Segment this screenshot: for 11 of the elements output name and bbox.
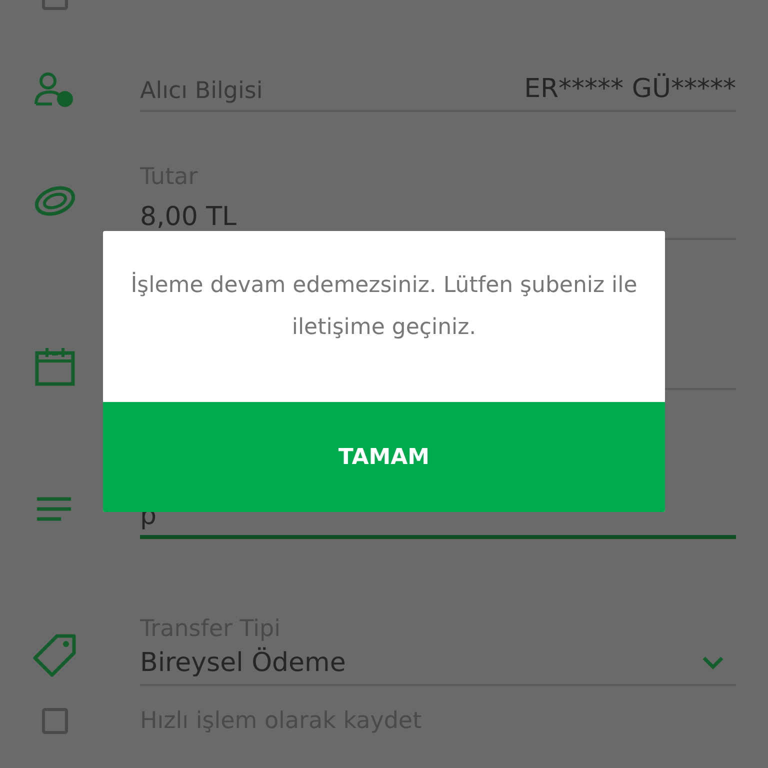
menu-icon xyxy=(37,497,73,521)
tag-icon xyxy=(31,632,79,680)
recipient-name: ER***** GÜ***** xyxy=(524,74,736,104)
ok-button[interactable]: TAMAM xyxy=(103,402,665,512)
alert-message: İşleme devam edemezsiniz. Lütfen şubeniz ile iletişime geçiniz. xyxy=(130,270,638,342)
checkbox[interactable] xyxy=(42,708,68,734)
chevron-down-icon xyxy=(702,656,724,670)
person-help-icon xyxy=(34,72,76,108)
coin-icon xyxy=(33,184,77,218)
amount-value[interactable]: 8,00 TL xyxy=(140,202,736,232)
calendar-icon xyxy=(35,346,75,386)
